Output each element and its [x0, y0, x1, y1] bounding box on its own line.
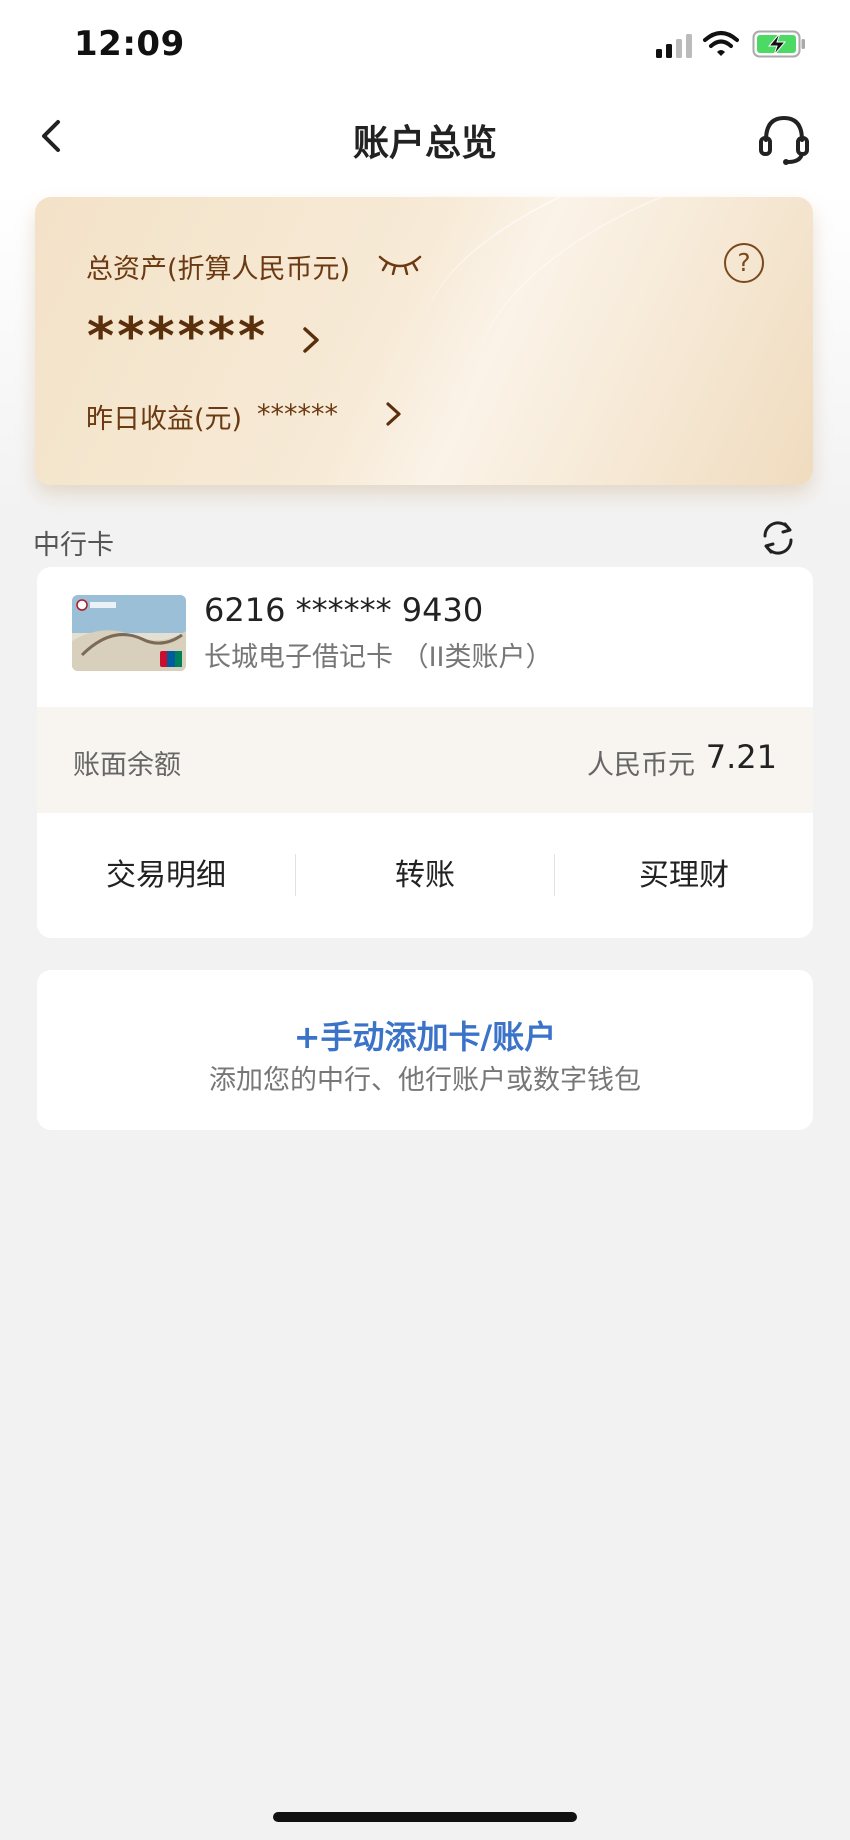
wifi-icon [703, 31, 739, 56]
chevron-right-icon[interactable] [383, 399, 405, 429]
card-type: 长城电子借记卡 （II类账户） [204, 642, 553, 673]
add-account-hint: 添加您的中行、他行账户或数字钱包 [209, 1065, 641, 1096]
eye-closed-icon[interactable] [377, 249, 423, 275]
battery-charging-icon [752, 30, 805, 58]
bank-card-item[interactable]: 6216 ****** 9430 长城电子借记卡 （II类账户） 账面余额 人民… [37, 567, 813, 938]
balance-label: 账面余额 [73, 750, 181, 781]
card-number: 6216 ****** 9430 [204, 591, 484, 629]
balance-amount: 7.21 [705, 738, 777, 776]
chevron-right-icon[interactable] [299, 323, 323, 357]
yesterday-income-value[interactable]: ****** [257, 399, 338, 430]
refresh-icon[interactable] [759, 518, 797, 558]
help-icon[interactable]: ? [724, 243, 764, 283]
balance-row: 账面余额 人民币元 7.21 [37, 707, 813, 813]
status-time: 12:09 [74, 24, 185, 64]
add-account-card[interactable]: +手动添加卡/账户 添加您的中行、他行账户或数字钱包 [37, 970, 813, 1130]
total-assets-label: 总资产(折算人民币元) [86, 254, 351, 285]
section-title: 中行卡 [33, 530, 114, 561]
headset-icon[interactable] [756, 110, 812, 166]
card-image [72, 595, 186, 671]
total-assets-card: 总资产(折算人民币元) ? ****** 昨日收益(元) ****** [35, 197, 813, 485]
transaction-details-button[interactable]: 交易明细 [37, 813, 295, 938]
add-account-button[interactable]: +手动添加卡/账户 [37, 1012, 813, 1058]
nav-bar: 账户总览 [0, 100, 850, 170]
page-title: 账户总览 [352, 123, 497, 164]
total-assets-value[interactable]: ****** [87, 307, 268, 367]
balance-currency: 人民币元 [587, 750, 695, 781]
home-indicator[interactable] [273, 1812, 577, 1822]
yesterday-income-label: 昨日收益(元) [86, 404, 243, 435]
status-bar: 12:09 [0, 0, 850, 90]
transfer-button[interactable]: 转账 [296, 813, 554, 938]
buy-wealth-button[interactable]: 买理财 [555, 813, 813, 938]
signal-icon [656, 34, 692, 58]
